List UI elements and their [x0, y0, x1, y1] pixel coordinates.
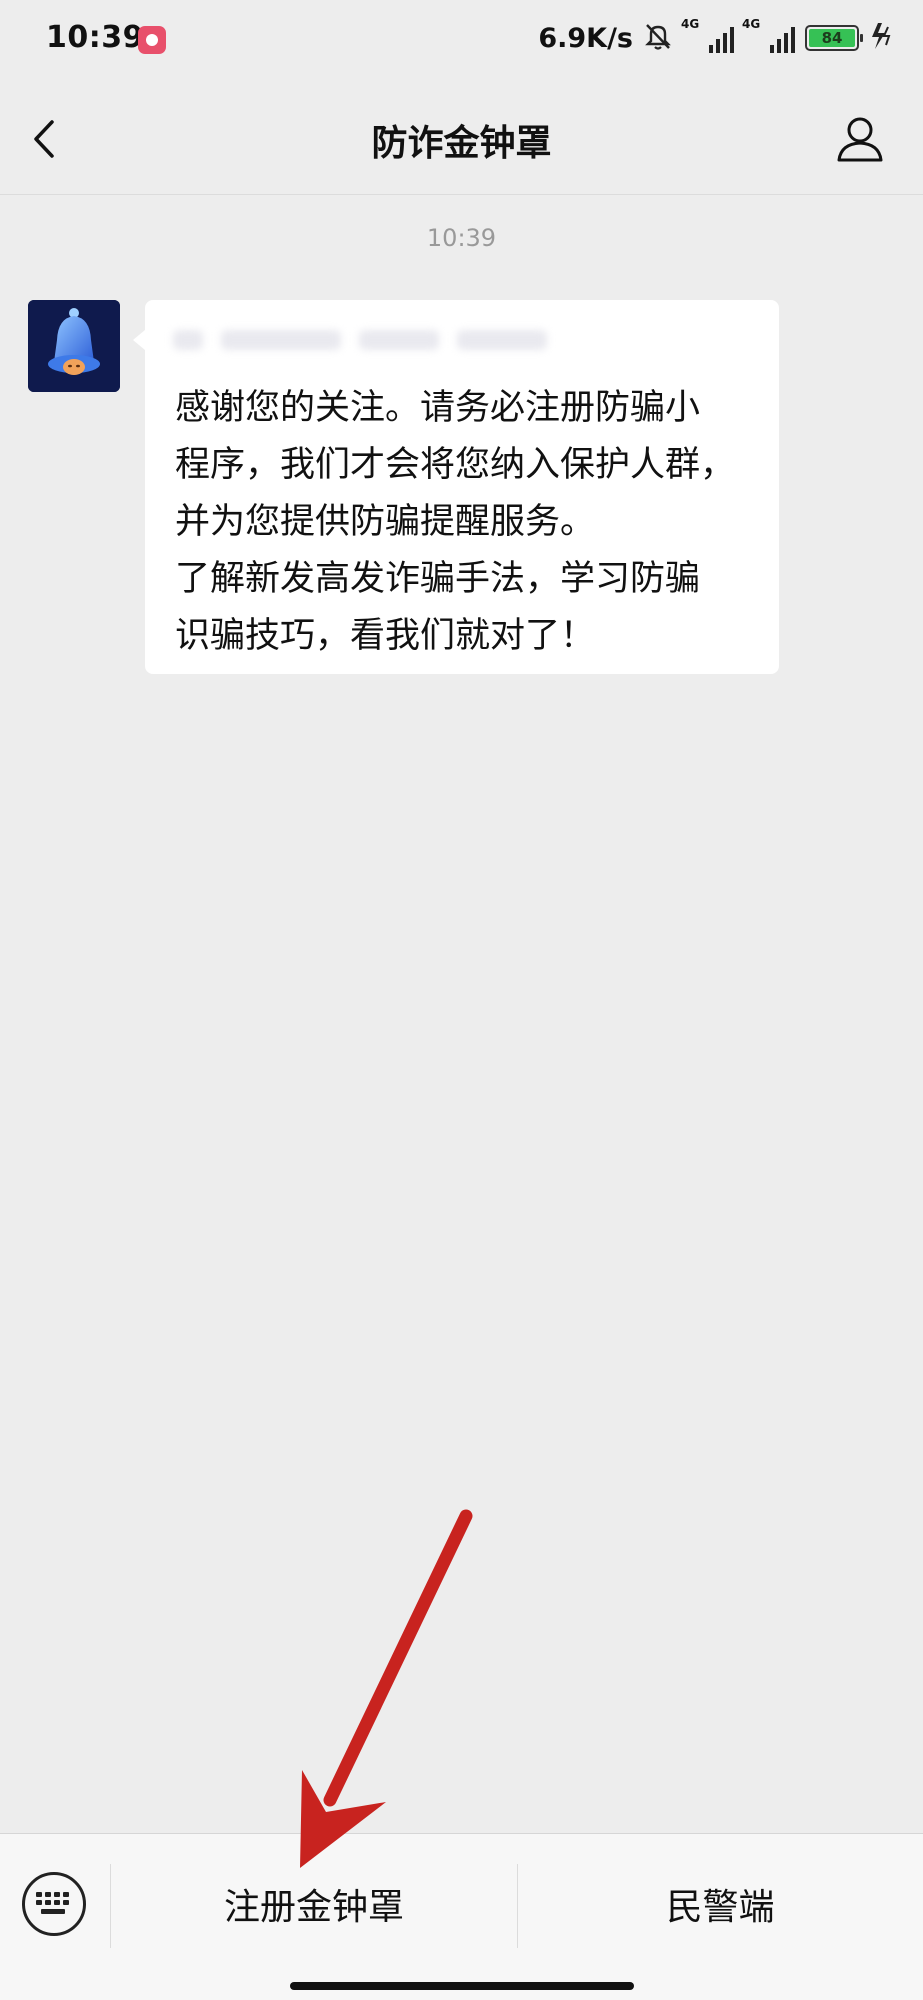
status-bar: 10:39 6.9K/s 4G 4G 84 — [0, 0, 923, 80]
menu-police-button[interactable]: 民警端 — [518, 1874, 923, 1934]
record-icon — [138, 26, 166, 54]
signal-type-label-2: 4G — [742, 17, 761, 31]
message-line: 了解新发高发诈骗手法，学习防骗 — [175, 559, 701, 599]
navigation-bar: 防诈金钟罩 — [0, 80, 923, 195]
battery-level: 84 — [809, 29, 855, 47]
signal-icon-2: 4G — [742, 17, 795, 53]
message-bubble[interactable]: 感谢您的关注。请务必注册防骗小 程序，我们才会将您纳入保护人群， 并为您提供防骗… — [133, 300, 779, 674]
message-line: 程序，我们才会将您纳入保护人群， — [175, 445, 736, 485]
user-profile-icon[interactable] — [835, 114, 885, 164]
bottom-menu-bar: 注册金钟罩 民警端 — [0, 1833, 923, 2000]
network-speed: 6.9K/s — [538, 22, 633, 54]
keyboard-icon[interactable] — [22, 1872, 86, 1936]
home-indicator — [290, 1982, 634, 1990]
status-time: 10:39 — [46, 20, 144, 55]
signal-type-label: 4G — [681, 17, 700, 31]
status-right-group: 6.9K/s 4G 4G 84 — [538, 16, 895, 60]
message-line: 识骗技巧，看我们就对了！ — [175, 616, 596, 656]
message-timestamp: 10:39 — [426, 224, 497, 252]
battery-icon: 84 — [805, 25, 863, 51]
page-title: 防诈金钟罩 — [371, 123, 552, 164]
avatar[interactable] — [28, 300, 120, 392]
mute-icon — [643, 21, 673, 55]
message-text: 感谢您的关注。请务必注册防骗小 程序，我们才会将您纳入保护人群， 并为您提供防骗… — [175, 380, 755, 665]
message-line: 并为您提供防骗提醒服务。 — [175, 502, 596, 542]
charging-icon — [869, 21, 895, 55]
message-line: 感谢您的关注。请务必注册防骗小 — [175, 388, 701, 428]
bell-logo-icon — [28, 300, 120, 392]
signal-icon: 4G — [681, 17, 734, 53]
menu-register-button[interactable]: 注册金钟罩 — [111, 1874, 517, 1934]
redacted-text — [173, 330, 603, 364]
